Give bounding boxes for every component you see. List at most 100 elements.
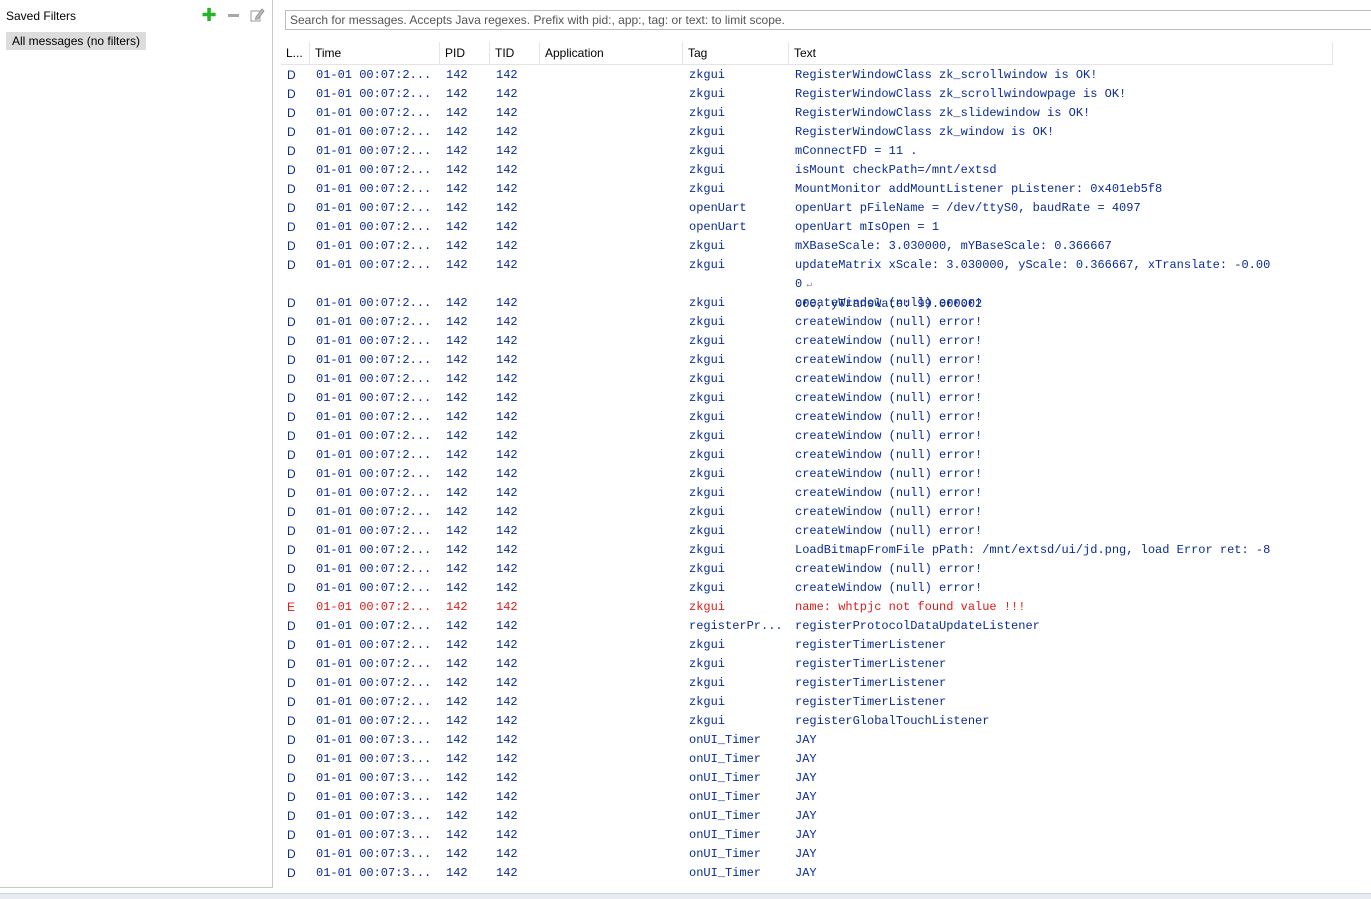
log-row[interactable]: D 01-01 00:07:3... 142 142 onUI_Timer JAY: [281, 731, 1371, 750]
tag-cell: zkgui: [689, 125, 726, 139]
column-header-tid[interactable]: TID: [490, 42, 540, 64]
column-header-application[interactable]: Application: [540, 42, 683, 64]
message-cell: JAY: [795, 731, 1275, 750]
log-row[interactable]: D 01-01 00:07:3... 142 142 onUI_Timer JAY: [281, 788, 1371, 807]
log-table-header: L... Time PID TID Application Tag Text: [281, 42, 1333, 65]
tag-cell: zkgui: [689, 239, 726, 253]
level-cell: D: [287, 372, 296, 386]
log-row[interactable]: D 01-01 00:07:2... 142 142 zkgui createWindow…: [281, 484, 1371, 503]
tid-cell: 142: [496, 562, 518, 576]
log-row[interactable]: D 01-01 00:07:2... 142 142 zkgui createWindow…: [281, 408, 1371, 427]
log-row[interactable]: D 01-01 00:07:2... 142 142 openUart openUart …: [281, 218, 1371, 237]
pid-cell: 142: [446, 828, 468, 842]
log-row[interactable]: D 01-01 00:07:3... 142 142 onUI_Timer JAY: [281, 750, 1371, 769]
log-row[interactable]: D 01-01 00:07:2... 142 142 zkgui createWindow…: [281, 503, 1371, 522]
plus-icon: ✚: [201, 5, 217, 25]
message-cell: createWindow (null) error!: [795, 465, 1275, 484]
tid-cell: 142: [496, 391, 518, 405]
tag-cell: onUI_Timer: [689, 771, 762, 785]
message-text: JAY: [795, 771, 817, 785]
column-header-time[interactable]: Time: [310, 42, 440, 64]
log-row[interactable]: D 01-01 00:07:2... 142 142 zkgui MountMonitor…: [281, 180, 1371, 199]
pid-cell: 142: [446, 657, 468, 671]
pid-cell: 142: [446, 125, 468, 139]
log-row[interactable]: D 01-01 00:07:2... 142 142 zkgui registerTime…: [281, 636, 1371, 655]
column-header-pid[interactable]: PID: [440, 42, 490, 64]
tid-cell: 142: [496, 771, 518, 785]
log-row[interactable]: D 01-01 00:07:3... 142 142 onUI_Timer JAY: [281, 845, 1371, 864]
log-row[interactable]: D 01-01 00:07:2... 142 142 registerPr... regi…: [281, 617, 1371, 636]
message-cell: createWindow (null) error!: [795, 332, 1275, 351]
pid-cell: 142: [446, 239, 468, 253]
log-row[interactable]: D 01-01 00:07:2... 142 142 zkgui registerGlob…: [281, 712, 1371, 731]
tag-cell: openUart: [689, 201, 747, 215]
message-text: mXBaseScale: 3.030000, mYBaseScale: 0.36…: [795, 239, 1112, 253]
message-text: registerGlobalTouchListener: [795, 714, 990, 728]
message-cell: createWindow (null) error!: [795, 427, 1275, 446]
log-row[interactable]: D 01-01 00:07:2... 142 142 zkgui createWindow…: [281, 389, 1371, 408]
column-header-level[interactable]: L...: [281, 42, 310, 64]
log-row[interactable]: D 01-01 00:07:2... 142 142 zkgui createWindow…: [281, 522, 1371, 541]
log-row[interactable]: D 01-01 00:07:2... 142 142 zkgui createWindow…: [281, 370, 1371, 389]
log-row[interactable]: D 01-01 00:07:2... 142 142 zkgui createWindow…: [281, 446, 1371, 465]
log-row[interactable]: D 01-01 00:07:2... 142 142 zkgui createWindow…: [281, 579, 1371, 598]
log-row[interactable]: D 01-01 00:07:2... 142 142 zkgui registerTime…: [281, 693, 1371, 712]
tid-cell: 142: [496, 600, 518, 614]
time-cell: 01-01 00:07:2...: [316, 353, 432, 367]
message-cell: createWindow (null) error!: [795, 522, 1275, 541]
tid-cell: 142: [496, 809, 518, 823]
log-row[interactable]: D 01-01 00:07:2... 142 142 zkgui LoadBitmapFr…: [281, 541, 1371, 560]
tag-cell: zkgui: [689, 600, 726, 614]
log-row[interactable]: D 01-01 00:07:2... 142 142 zkgui createWindow…: [281, 313, 1371, 332]
log-table-body[interactable]: D 01-01 00:07:2... 142 142 zkgui RegisterWind…: [281, 66, 1371, 891]
add-filter-button[interactable]: ✚: [200, 5, 218, 25]
message-cell: createWindow (null) error!: [795, 446, 1275, 465]
filter-item-all-messages[interactable]: All messages (no filters): [6, 32, 147, 50]
log-row[interactable]: D 01-01 00:07:2... 142 142 zkgui createWindow…: [281, 294, 1371, 313]
log-row[interactable]: D 01-01 00:07:2... 142 142 zkgui registerTime…: [281, 674, 1371, 693]
tid-cell: 142: [496, 87, 518, 101]
search-input[interactable]: [285, 10, 1371, 30]
log-row[interactable]: D 01-01 00:07:2... 142 142 zkgui RegisterWind…: [281, 85, 1371, 104]
tid-cell: 142: [496, 258, 518, 272]
remove-filter-button[interactable]: [224, 7, 242, 23]
pid-cell: 142: [446, 676, 468, 690]
time-cell: 01-01 00:07:2...: [316, 182, 432, 196]
log-row[interactable]: D 01-01 00:07:2... 142 142 zkgui registerTime…: [281, 655, 1371, 674]
log-row[interactable]: D 01-01 00:07:2... 142 142 zkgui RegisterWind…: [281, 66, 1371, 85]
log-row[interactable]: D 01-01 00:07:2... 142 142 zkgui createWindow…: [281, 332, 1371, 351]
log-row[interactable]: D 01-01 00:07:3... 142 142 onUI_Timer JAY: [281, 769, 1371, 788]
level-cell: D: [287, 676, 296, 690]
log-row[interactable]: D 01-01 00:07:2... 142 142 zkgui createWindow…: [281, 427, 1371, 446]
tid-cell: 142: [496, 296, 518, 310]
tag-cell: onUI_Timer: [689, 866, 762, 880]
log-row[interactable]: D 01-01 00:07:3... 142 142 onUI_Timer JAY: [281, 864, 1371, 883]
log-row[interactable]: D 01-01 00:07:3... 142 142 onUI_Timer JAY: [281, 826, 1371, 845]
edit-filter-button[interactable]: [248, 7, 266, 23]
pid-cell: 142: [446, 315, 468, 329]
pid-cell: 142: [446, 87, 468, 101]
log-row[interactable]: D 01-01 00:07:2... 142 142 zkgui updateMatrix…: [281, 256, 1371, 311]
log-row[interactable]: E 01-01 00:07:2... 142 142 zkgui name: whtpjc…: [281, 598, 1371, 617]
log-row[interactable]: D 01-01 00:07:2... 142 142 zkgui createWindow…: [281, 560, 1371, 579]
message-cell: createWindow (null) error!: [795, 408, 1275, 427]
time-cell: 01-01 00:07:2...: [316, 448, 432, 462]
level-cell: D: [287, 353, 296, 367]
column-header-tag[interactable]: Tag: [683, 42, 789, 64]
log-row[interactable]: D 01-01 00:07:2... 142 142 zkgui mConnectFD =…: [281, 142, 1371, 161]
log-row[interactable]: D 01-01 00:07:2... 142 142 zkgui isMount chec…: [281, 161, 1371, 180]
log-row[interactable]: D 01-01 00:07:2... 142 142 zkgui createWindow…: [281, 465, 1371, 484]
message-text: createWindow (null) error!: [795, 448, 983, 462]
log-row[interactable]: D 01-01 00:07:2... 142 142 zkgui RegisterWind…: [281, 123, 1371, 142]
log-row[interactable]: D 01-01 00:07:2... 142 142 zkgui createWindow…: [281, 351, 1371, 370]
column-header-text[interactable]: Text: [789, 42, 1333, 64]
log-row[interactable]: D 01-01 00:07:2... 142 142 openUart openUart …: [281, 199, 1371, 218]
pid-cell: 142: [446, 201, 468, 215]
message-text: mConnectFD = 11 .: [795, 144, 918, 158]
message-text: RegisterWindowClass zk_scrollwindow is O…: [795, 68, 1098, 82]
log-row[interactable]: D 01-01 00:07:3... 142 142 onUI_Timer JAY: [281, 807, 1371, 826]
message-text: createWindow (null) error!: [795, 334, 983, 348]
pid-cell: 142: [446, 505, 468, 519]
log-row[interactable]: D 01-01 00:07:2... 142 142 zkgui RegisterWind…: [281, 104, 1371, 123]
log-row[interactable]: D 01-01 00:07:2... 142 142 zkgui mXBaseScale:…: [281, 237, 1371, 256]
